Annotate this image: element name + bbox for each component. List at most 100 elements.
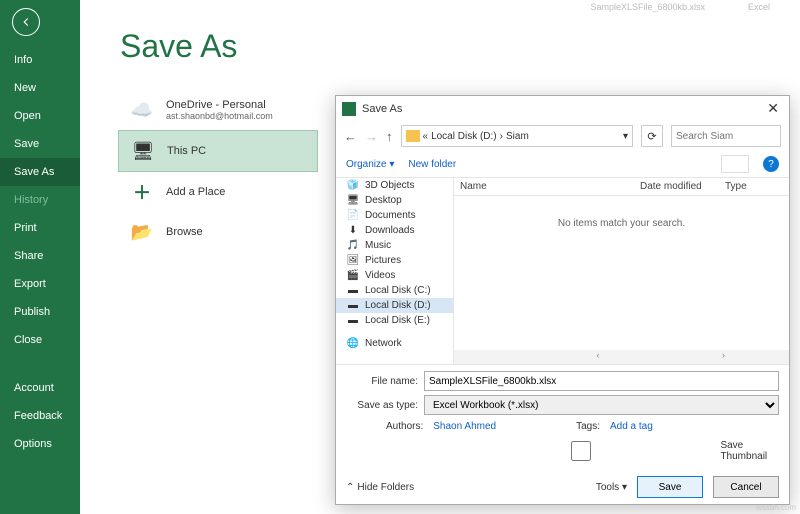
back-arrow-icon [19, 15, 33, 29]
view-mode-button[interactable] [721, 155, 749, 173]
folder-icon [406, 130, 420, 142]
location-label: OneDrive - Personal [166, 99, 273, 111]
tree-item[interactable]: 📄 Documents [336, 208, 453, 223]
folder-icon: 📂 [128, 220, 156, 244]
tree-item[interactable]: ▬ Local Disk (D:) [336, 298, 453, 313]
sidebar-item-new[interactable]: New [0, 74, 80, 102]
sidebar-item-history[interactable]: History [0, 186, 80, 214]
filename-input[interactable] [424, 371, 779, 391]
organize-menu[interactable]: Organize ▾ [346, 159, 394, 170]
new-folder-button[interactable]: New folder [408, 159, 456, 170]
save-thumbnail-checkbox[interactable] [446, 441, 716, 461]
tree-icon: ⬇ [346, 225, 360, 236]
tree-label: Documents [365, 210, 416, 221]
tools-menu[interactable]: Tools ▾ [596, 482, 627, 493]
tree-label: Local Disk (C:) [365, 285, 431, 296]
tree-label: Pictures [365, 255, 401, 266]
tree-label: Local Disk (D:) [365, 300, 431, 311]
filename-label: File name: [346, 376, 418, 387]
save-dialog: Save As ✕ ← → ↑ « Local Disk (D:) › Siam… [335, 95, 790, 505]
authors-value[interactable]: Shaon Ahmed [433, 421, 496, 432]
chevron-up-icon: ⌃ [346, 482, 354, 493]
sidebar-item-save[interactable]: Save [0, 130, 80, 158]
watermark: wsxdn.com [756, 503, 796, 512]
titlebar-app: Excel [748, 2, 770, 12]
scrollbar[interactable] [454, 350, 789, 364]
tree-item[interactable]: 🌐 Network [336, 336, 453, 351]
col-name[interactable]: Name [454, 178, 634, 195]
location-browse[interactable]: 📂 Browse [118, 212, 318, 252]
location-addplace[interactable]: ＋ Add a Place [118, 172, 318, 212]
empty-message: No items match your search. [454, 196, 789, 229]
help-button[interactable]: ? [763, 156, 779, 172]
tree-icon: 🌐 [346, 338, 360, 349]
sidebar-item-export[interactable]: Export [0, 270, 80, 298]
nav-fwd-button[interactable]: → [365, 129, 378, 144]
nav-back-button[interactable]: ← [344, 129, 357, 144]
refresh-button[interactable]: ⟳ [641, 125, 663, 147]
tree-label: Local Disk (E:) [365, 315, 430, 326]
breadcrumb-seg[interactable]: Siam [506, 131, 529, 142]
dialog-title: Save As [362, 103, 402, 115]
backstage-sidebar: Info New Open Save Save As History Print… [0, 0, 80, 514]
tree-item[interactable]: 🎬 Videos [336, 268, 453, 283]
tree-label: Videos [365, 270, 395, 281]
tree-item[interactable]: 🧊 3D Objects [336, 178, 453, 193]
titlebar-doc-name: SampleXLSFile_6800kb.xlsx [590, 2, 705, 12]
back-button[interactable] [12, 8, 40, 36]
tags-label: Tags: [576, 421, 600, 432]
savetype-label: Save as type: [346, 400, 418, 411]
search-input[interactable] [671, 125, 781, 147]
excel-icon [342, 102, 356, 116]
plus-icon: ＋ [128, 180, 156, 204]
location-label: This PC [167, 145, 206, 157]
tree-icon: 🎬 [346, 270, 360, 281]
tree-icon: ▬ [346, 300, 360, 311]
location-label: Browse [166, 226, 203, 238]
sidebar-item-close[interactable]: Close [0, 326, 80, 354]
col-type[interactable]: Type [719, 178, 789, 195]
save-locations: ☁️ OneDrive - Personal ast.shaonbd@hotma… [118, 90, 318, 252]
location-label: Add a Place [166, 186, 225, 198]
col-date[interactable]: Date modified [634, 178, 719, 195]
sidebar-item-open[interactable]: Open [0, 102, 80, 130]
location-sub: ast.shaonbd@hotmail.com [166, 111, 273, 121]
tree-item[interactable]: 🖥Desktop [336, 193, 453, 208]
cancel-button[interactable]: Cancel [713, 476, 779, 498]
tree-label: Music [365, 240, 391, 251]
tree-item[interactable]: 🎵 Music [336, 238, 453, 253]
savetype-select[interactable]: Excel Workbook (*.xlsx) [424, 395, 779, 415]
tree-item[interactable]: ⬇ Downloads [336, 223, 453, 238]
sidebar-item-options[interactable]: Options [0, 430, 80, 458]
hide-folders-button[interactable]: ⌃Hide Folders [346, 482, 414, 493]
sidebar-item-share[interactable]: Share [0, 242, 80, 270]
save-button[interactable]: Save [637, 476, 703, 498]
location-thispc[interactable]: 🖥 This PC [118, 130, 318, 172]
sidebar-item-print[interactable]: Print [0, 214, 80, 242]
tree-icon: 🧊 [346, 180, 360, 191]
close-button[interactable]: ✕ [763, 100, 783, 117]
tree-item[interactable]: ▬Local Disk (E:) [336, 313, 453, 328]
tree-icon: ▬ [346, 285, 360, 296]
breadcrumb-seg[interactable]: Local Disk (D:) [431, 131, 497, 142]
nav-up-button[interactable]: ↑ [386, 129, 393, 144]
sidebar-item-account[interactable]: Account [0, 374, 80, 402]
sidebar-item-feedback[interactable]: Feedback [0, 402, 80, 430]
sidebar-item-info[interactable]: Info [0, 46, 80, 74]
breadcrumb[interactable]: « Local Disk (D:) › Siam ▾ [401, 125, 634, 147]
tree-item[interactable]: 🖼 Pictures [336, 253, 453, 268]
tree-label: Network [365, 338, 402, 349]
tree-icon: 🖥 [346, 195, 360, 206]
tree-item[interactable]: ▬ Local Disk (C:) [336, 283, 453, 298]
tags-value[interactable]: Add a tag [610, 421, 653, 432]
sidebar-item-publish[interactable]: Publish [0, 298, 80, 326]
location-onedrive[interactable]: ☁️ OneDrive - Personal ast.shaonbd@hotma… [118, 90, 318, 130]
tree-label: 3D Objects [365, 180, 414, 191]
tree-label: Downloads [365, 225, 414, 236]
sidebar-item-saveas[interactable]: Save As [0, 158, 80, 186]
authors-label: Authors: [386, 421, 423, 432]
tree-icon: 🖼 [346, 255, 360, 266]
tree-icon: 🎵 [346, 240, 360, 251]
pc-icon: 🖥 [129, 139, 157, 163]
tree-icon: 📄 [346, 210, 360, 221]
